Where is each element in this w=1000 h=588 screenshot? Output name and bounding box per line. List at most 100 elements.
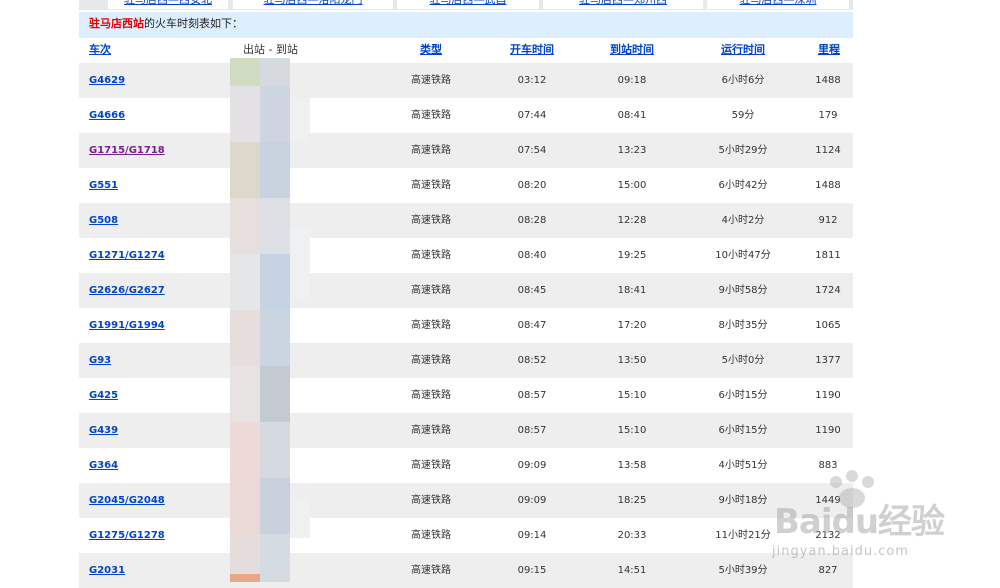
station-name: 驻马店西站 — [89, 17, 144, 30]
train-link[interactable]: G439 — [89, 413, 118, 448]
col-arrive[interactable]: 到站时间 — [610, 43, 654, 57]
table-row: G93 高速铁路 08:52 13:50 5小时0分 1377 — [79, 343, 853, 378]
arrive-time-cell: 17:20 — [617, 320, 647, 331]
type-cell: 高速铁路 — [411, 110, 451, 121]
duration-cell: 6小时6分 — [721, 75, 765, 86]
train-link[interactable]: G508 — [89, 203, 118, 238]
duration-cell: 5小时29分 — [718, 145, 768, 156]
type-cell: 高速铁路 — [411, 180, 451, 191]
arrive-time-cell: 14:51 — [617, 565, 647, 576]
depart-time-cell: 09:09 — [517, 495, 547, 506]
table-row: G1715/G1718 高速铁路 07:54 13:23 5小时29分 1124 — [79, 133, 853, 168]
train-link[interactable]: G4666 — [89, 98, 125, 133]
train-link[interactable]: G1991/G1994 — [89, 308, 165, 343]
table-row: G551 高速铁路 08:20 15:00 6小时42分 1488 — [79, 168, 853, 203]
type-cell: 高速铁路 — [411, 495, 451, 506]
distance-cell: 912 — [818, 215, 838, 226]
distance-cell: 1124 — [815, 145, 841, 156]
arrive-time-cell: 13:58 — [617, 460, 647, 471]
type-cell: 高速铁路 — [411, 145, 451, 156]
train-link[interactable]: G2031 — [89, 553, 125, 588]
distance-cell: 1811 — [815, 250, 841, 261]
duration-cell: 9小时18分 — [718, 495, 768, 506]
col-distance[interactable]: 里程 — [818, 43, 840, 57]
duration-cell: 6小时15分 — [718, 390, 768, 401]
depart-time-cell: 09:09 — [517, 460, 547, 471]
type-cell: 高速铁路 — [411, 565, 451, 576]
depart-time-cell: 08:20 — [517, 180, 547, 191]
table-row: G2626/G2627 高速铁路 08:45 18:41 9小时58分 1724 — [79, 273, 853, 308]
distance-cell: 1724 — [815, 285, 841, 296]
train-link[interactable]: G1715/G1718 — [89, 133, 165, 168]
depart-time-cell: 08:47 — [517, 320, 547, 331]
arrive-time-cell: 15:10 — [617, 390, 647, 401]
table-row: G1991/G1994 高速铁路 08:47 17:20 8小时35分 1065 — [79, 308, 853, 343]
type-cell: 高速铁路 — [411, 390, 451, 401]
column-headers: 车次 出站 - 到站 类型 开车时间 到站时间 运行时间 里程 — [79, 38, 853, 63]
table-row: G1271/G1274 高速铁路 08:40 19:25 10小时47分 1811 — [79, 238, 853, 273]
duration-cell: 6小时15分 — [718, 425, 768, 436]
depart-time-cell: 09:15 — [517, 565, 547, 576]
duration-cell: 5小时0分 — [721, 355, 765, 366]
distance-cell: 1190 — [815, 425, 841, 436]
distance-cell: 1488 — [815, 75, 841, 86]
distance-cell: 1449 — [815, 495, 841, 506]
page-title: 驻马店西站的火车时刻表如下： — [89, 17, 243, 31]
table-row: G1275/G1278 高速铁路 09:14 20:33 11小时21分 2132 — [79, 518, 853, 553]
train-link[interactable]: G1275/G1278 — [89, 518, 165, 553]
duration-cell: 59分 — [731, 110, 755, 121]
distance-cell: 1488 — [815, 180, 841, 191]
route-link[interactable]: 驻马店西—洛阳龙门 — [233, 0, 393, 9]
train-link[interactable]: G93 — [89, 343, 111, 378]
duration-cell: 6小时42分 — [718, 180, 768, 191]
timetable-rows: G4629 高速铁路 03:12 09:18 6小时6分 1488 G4666 高速铁路 07:… — [79, 63, 853, 588]
train-link[interactable]: G1271/G1274 — [89, 238, 165, 273]
timetable-header: 驻马店西站的火车时刻表如下： — [79, 12, 853, 38]
route-link[interactable]: 驻马店西—深圳 — [707, 0, 849, 9]
col-type[interactable]: 类型 — [420, 43, 442, 57]
arrive-time-cell: 19:25 — [617, 250, 647, 261]
distance-cell: 1377 — [815, 355, 841, 366]
arrive-time-cell: 15:10 — [617, 425, 647, 436]
depart-time-cell: 07:54 — [517, 145, 547, 156]
col-route: 出站 - 到站 — [243, 43, 298, 56]
type-cell: 高速铁路 — [411, 425, 451, 436]
depart-time-cell: 07:44 — [517, 110, 547, 121]
route-link[interactable]: 驻马店西—郑州西 — [543, 0, 703, 9]
arrive-time-cell: 13:50 — [617, 355, 647, 366]
arrive-time-cell: 13:23 — [617, 145, 647, 156]
arrive-time-cell: 18:41 — [617, 285, 647, 296]
train-link[interactable]: G364 — [89, 448, 118, 483]
table-row: G4666 高速铁路 07:44 08:41 59分 179 — [79, 98, 853, 133]
type-cell: 高速铁路 — [411, 250, 451, 261]
title-suffix: 的火车时刻表如下： — [144, 17, 243, 30]
col-duration[interactable]: 运行时间 — [721, 43, 765, 57]
table-row: G364 高速铁路 09:09 13:58 4小时51分 883 — [79, 448, 853, 483]
depart-time-cell: 08:57 — [517, 425, 547, 436]
duration-cell: 11小时21分 — [715, 530, 771, 541]
train-link[interactable]: G4629 — [89, 63, 125, 98]
distance-cell: 1190 — [815, 390, 841, 401]
route-link[interactable]: 驻马店西—西安北 — [108, 0, 228, 9]
train-link[interactable]: G2626/G2627 — [89, 273, 165, 308]
distance-cell: 179 — [818, 110, 838, 121]
type-cell: 高速铁路 — [411, 530, 451, 541]
distance-cell: 827 — [818, 565, 838, 576]
col-depart[interactable]: 开车时间 — [510, 43, 554, 57]
train-link[interactable]: G551 — [89, 168, 118, 203]
depart-time-cell: 08:52 — [517, 355, 547, 366]
duration-cell: 8小时35分 — [718, 320, 768, 331]
route-link[interactable]: 驻马店西—武昌 — [397, 0, 539, 9]
table-row: G508 高速铁路 08:28 12:28 4小时2分 912 — [79, 203, 853, 238]
arrive-time-cell: 12:28 — [617, 215, 647, 226]
depart-time-cell: 08:28 — [517, 215, 547, 226]
arrive-time-cell: 08:41 — [617, 110, 647, 121]
col-train[interactable]: 车次 — [89, 43, 111, 57]
arrive-time-cell: 20:33 — [617, 530, 647, 541]
depart-time-cell: 08:57 — [517, 390, 547, 401]
table-row: G2031 高速铁路 09:15 14:51 5小时39分 827 — [79, 553, 853, 588]
train-link[interactable]: G425 — [89, 378, 118, 413]
train-link[interactable]: G2045/G2048 — [89, 483, 165, 518]
depart-time-cell: 08:40 — [517, 250, 547, 261]
duration-cell: 5小时39分 — [718, 565, 768, 576]
